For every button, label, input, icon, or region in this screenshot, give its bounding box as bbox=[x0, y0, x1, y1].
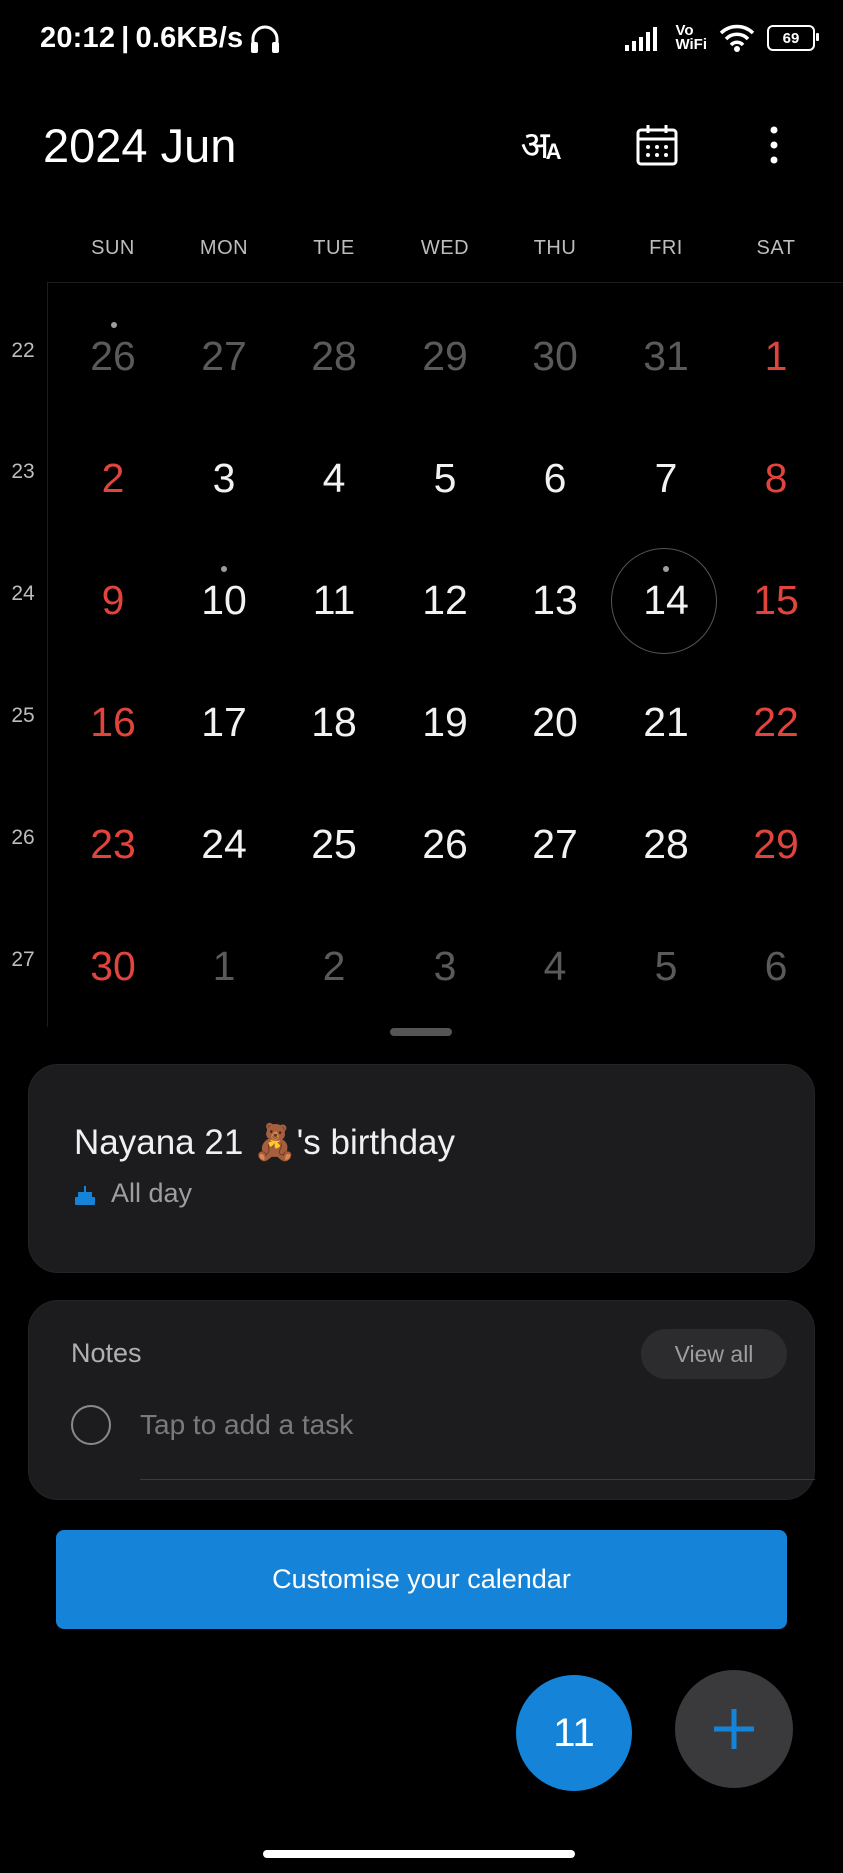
event-title: Nayana 21 🧸's birthday bbox=[74, 1123, 456, 1162]
calendar-day[interactable]: 31 bbox=[611, 333, 721, 380]
plus-icon bbox=[714, 1709, 754, 1749]
calendar-day[interactable]: 8 bbox=[721, 455, 831, 502]
calendar-day[interactable]: 27 bbox=[169, 333, 279, 380]
calendar-day[interactable]: 3 bbox=[169, 455, 279, 502]
calendar-day[interactable]: 6 bbox=[721, 943, 831, 990]
calendar-day[interactable]: 18 bbox=[279, 699, 389, 746]
task-checkbox[interactable] bbox=[71, 1405, 111, 1445]
weekday-wed: WED bbox=[420, 237, 470, 259]
week-number: 26 bbox=[11, 826, 35, 849]
calendar-day[interactable]: 4 bbox=[500, 943, 610, 990]
drag-handle[interactable] bbox=[390, 1028, 452, 1036]
add-task-input[interactable]: Tap to add a task bbox=[140, 1409, 353, 1441]
calendar-day[interactable]: 1 bbox=[721, 333, 831, 380]
calendar-day[interactable]: 28 bbox=[611, 821, 721, 868]
calendar-day[interactable]: 23 bbox=[58, 821, 168, 868]
calendar-day[interactable]: 11 bbox=[279, 577, 389, 624]
calendar-day[interactable]: 16 bbox=[58, 699, 168, 746]
calendar-day[interactable]: 2 bbox=[279, 943, 389, 990]
grid-divider bbox=[48, 282, 843, 283]
notes-label: Notes bbox=[71, 1338, 142, 1368]
week-number: 23 bbox=[11, 460, 35, 483]
wifi-icon bbox=[719, 24, 755, 52]
calendar-day[interactable]: 30 bbox=[500, 333, 610, 380]
add-event-button[interactable] bbox=[675, 1670, 793, 1788]
calendar-icon[interactable] bbox=[632, 120, 682, 170]
calendar-day[interactable]: 15 bbox=[721, 577, 831, 624]
calendar-day[interactable]: 29 bbox=[721, 821, 831, 868]
customise-calendar-button[interactable]: Customise your calendar bbox=[56, 1530, 787, 1629]
calendar-day[interactable]: 10 bbox=[169, 577, 279, 624]
view-all-button[interactable]: View all bbox=[641, 1329, 787, 1379]
calendar-day[interactable]: 28 bbox=[279, 333, 389, 380]
calendar-day[interactable]: 3 bbox=[390, 943, 500, 990]
calendar-day[interactable]: 19 bbox=[390, 699, 500, 746]
calendar-day[interactable]: 26 bbox=[390, 821, 500, 868]
birthday-cake-icon bbox=[75, 1186, 95, 1205]
calendar-day[interactable]: 4 bbox=[279, 455, 389, 502]
calendar-day[interactable]: 2 bbox=[58, 455, 168, 502]
calendar-day[interactable]: 24 bbox=[169, 821, 279, 868]
event-subtitle: All day bbox=[111, 1178, 193, 1208]
status-bar-right: Vo WiFi 69 bbox=[625, 22, 819, 53]
translate-icon[interactable]: अA bbox=[516, 120, 566, 170]
status-time: 20:12 bbox=[40, 22, 116, 54]
home-indicator[interactable] bbox=[263, 1850, 575, 1858]
today-button[interactable]: 11 bbox=[516, 1675, 632, 1791]
calendar-day[interactable]: 22 bbox=[721, 699, 831, 746]
weekday-sat: SAT bbox=[756, 237, 796, 259]
calendar-day[interactable]: 30 bbox=[58, 943, 168, 990]
calendar-day[interactable]: 12 bbox=[390, 577, 500, 624]
calendar-day[interactable]: 13 bbox=[500, 577, 610, 624]
more-options-icon[interactable] bbox=[749, 120, 799, 170]
month-title[interactable]: 2024 Jun bbox=[43, 118, 236, 173]
calendar-day[interactable]: 1 bbox=[169, 943, 279, 990]
network-speed: 0.6KB/s bbox=[135, 22, 244, 54]
weekday-sun: SUN bbox=[91, 237, 135, 259]
event-card[interactable] bbox=[28, 1064, 815, 1273]
headphones-icon bbox=[251, 25, 280, 53]
grid-divider bbox=[47, 282, 48, 1027]
weekday-mon: MON bbox=[199, 237, 249, 259]
week-number: 22 bbox=[11, 339, 35, 362]
task-divider bbox=[140, 1479, 815, 1480]
calendar-day[interactable]: 21 bbox=[611, 699, 721, 746]
calendar-day[interactable]: 27 bbox=[500, 821, 610, 868]
calendar-day[interactable]: 25 bbox=[279, 821, 389, 868]
calendar-day[interactable]: 5 bbox=[390, 455, 500, 502]
signal-icon bbox=[625, 27, 658, 51]
status-bar-left: 20:12 | 0.6KB/s bbox=[40, 22, 281, 55]
calendar-day[interactable]: 5 bbox=[611, 943, 721, 990]
event-dot bbox=[111, 322, 117, 328]
calendar-day[interactable]: 17 bbox=[169, 699, 279, 746]
week-number: 27 bbox=[11, 948, 35, 971]
calendar-day[interactable]: 26 bbox=[58, 333, 168, 380]
calendar-day-today[interactable]: 14 bbox=[611, 577, 721, 624]
calendar-day[interactable]: 20 bbox=[500, 699, 610, 746]
weekday-thu: THU bbox=[533, 237, 577, 259]
vowifi-indicator: Vo WiFi bbox=[675, 22, 707, 53]
battery-indicator: 69 bbox=[767, 25, 819, 51]
event-dot bbox=[663, 566, 669, 572]
weekday-fri: FRI bbox=[649, 237, 683, 259]
weekday-tue: TUE bbox=[313, 237, 355, 259]
calendar-day[interactable]: 6 bbox=[500, 455, 610, 502]
week-number: 24 bbox=[11, 582, 35, 605]
event-dot bbox=[221, 566, 227, 572]
calendar-day[interactable]: 9 bbox=[58, 577, 168, 624]
calendar-day[interactable]: 7 bbox=[611, 455, 721, 502]
week-number: 25 bbox=[11, 704, 35, 727]
calendar-day[interactable]: 29 bbox=[390, 333, 500, 380]
